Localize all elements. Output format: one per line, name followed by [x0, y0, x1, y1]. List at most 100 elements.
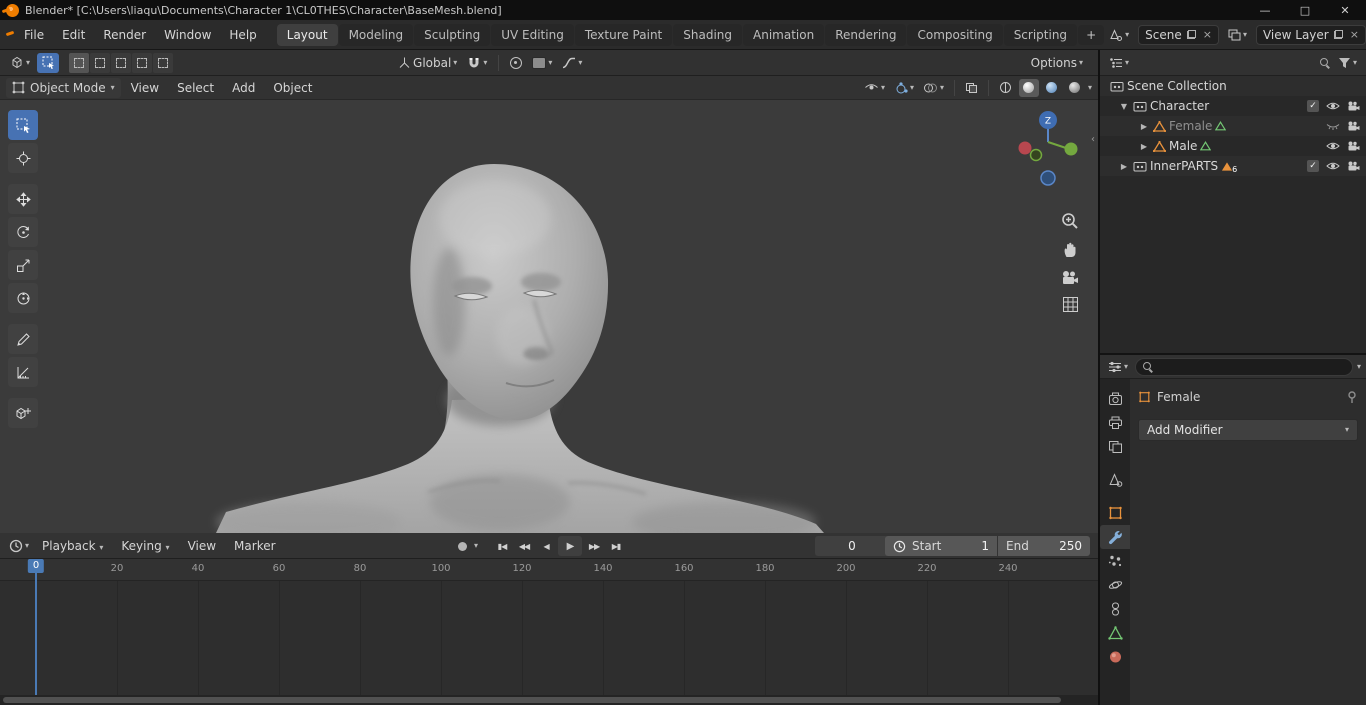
disclosure-closed-icon[interactable]: ▶	[1118, 162, 1130, 171]
menu-render[interactable]: Render	[95, 25, 154, 45]
tab-output[interactable]	[1100, 411, 1130, 435]
viewport-canvas[interactable]: Z ‹	[0, 100, 1097, 533]
navigation-gizmo[interactable]: Z	[1013, 108, 1083, 193]
disable-render-camera-icon[interactable]	[1347, 101, 1360, 111]
mode-selector[interactable]: Object Mode ▾	[6, 77, 121, 98]
workspace-tab-sculpting[interactable]: Sculpting	[414, 23, 491, 46]
shading-solid-button[interactable]	[1018, 78, 1039, 97]
tool-annotate[interactable]	[8, 324, 38, 354]
view-layer-selector[interactable]: View Layer ×	[1255, 24, 1366, 45]
workspace-tab-animation[interactable]: Animation	[743, 23, 825, 46]
select-mode-subtract[interactable]	[111, 52, 132, 73]
timeline-editor-button[interactable]: ▾	[6, 537, 32, 555]
gizmos-dropdown[interactable]: ▾	[891, 80, 917, 96]
workspace-tab-uv-editing[interactable]: UV Editing	[491, 23, 574, 46]
tool-cursor[interactable]	[8, 143, 38, 173]
tab-material[interactable]	[1100, 645, 1130, 669]
menu-window[interactable]: Window	[156, 25, 219, 45]
workspace-tab-rendering[interactable]: Rendering	[825, 23, 907, 46]
prev-keyframe-button[interactable]: ◀◀	[514, 536, 534, 556]
options-dropdown[interactable]: Options ▾	[1028, 54, 1086, 72]
editor-type-button[interactable]: ▾	[6, 54, 33, 71]
workspace-tab-compositing[interactable]: Compositing	[907, 23, 1003, 46]
proportional-editing-button[interactable]	[507, 55, 525, 71]
viewport-menu-view[interactable]: View	[123, 78, 167, 98]
disable-render-camera-icon[interactable]	[1347, 141, 1360, 151]
collection-checkbox[interactable]: ✓	[1307, 100, 1319, 112]
jump-to-end-button[interactable]: ▶▮	[606, 536, 626, 556]
add-modifier-dropdown[interactable]: Add Modifier ▾	[1138, 419, 1358, 441]
outliner-editor-button[interactable]: ▾	[1106, 55, 1132, 71]
tool-transform[interactable]	[8, 283, 38, 313]
tool-add-cube[interactable]	[8, 398, 38, 428]
outliner-row-female[interactable]: ▶ Female	[1100, 116, 1366, 136]
maximize-button[interactable]: □	[1298, 4, 1312, 17]
unlink-scene-icon[interactable]: ×	[1203, 28, 1212, 41]
pin-icon[interactable]	[1346, 390, 1358, 404]
disclosure-closed-icon[interactable]: ▶	[1138, 122, 1150, 131]
snap-toggle-button[interactable]: ▾	[464, 54, 490, 71]
outliner-row-innerparts[interactable]: ▶ InnerPARTS 6 ✓	[1100, 156, 1366, 176]
gizmo-neg-y-axis[interactable]	[1029, 148, 1043, 162]
add-workspace-button[interactable]: +	[1078, 24, 1105, 45]
minimize-button[interactable]: —	[1258, 4, 1272, 17]
workspace-tab-layout[interactable]: Layout	[276, 23, 338, 46]
remove-view-layer-icon[interactable]: ×	[1350, 28, 1359, 41]
menu-help[interactable]: Help	[221, 25, 264, 45]
tab-object[interactable]	[1100, 501, 1130, 525]
tab-object-data[interactable]	[1100, 621, 1130, 645]
timeline-menu-playback[interactable]: Playback ▾	[34, 536, 111, 556]
workspace-tab-texture-paint[interactable]: Texture Paint	[574, 23, 673, 46]
outliner-row-character[interactable]: ▼ Character ✓	[1100, 96, 1366, 116]
tool-scale[interactable]	[8, 250, 38, 280]
tab-scene[interactable]	[1100, 468, 1130, 492]
tab-constraints[interactable]	[1100, 597, 1130, 621]
properties-search-input[interactable]	[1135, 357, 1353, 376]
viewport-menu-object[interactable]: Object	[265, 78, 320, 98]
tab-particles[interactable]	[1100, 549, 1130, 573]
toggle-ortho-button[interactable]	[1062, 296, 1079, 313]
playhead[interactable]	[35, 573, 37, 695]
end-frame-field[interactable]: End 250	[998, 536, 1090, 556]
gizmo-x-axis[interactable]	[1018, 141, 1032, 155]
menu-file[interactable]: File	[16, 25, 52, 45]
transform-orientation-dropdown[interactable]: Global ▾	[395, 54, 460, 72]
hide-eye-icon[interactable]	[1326, 161, 1340, 171]
select-mode-new[interactable]	[69, 52, 90, 73]
current-frame-field[interactable]: 0	[815, 536, 889, 556]
camera-view-button[interactable]	[1061, 270, 1079, 285]
timeline-scrollbar[interactable]	[0, 695, 1098, 705]
shading-rendered-button[interactable]	[1065, 79, 1085, 97]
xray-toggle[interactable]	[962, 80, 981, 96]
workspace-tab-scripting[interactable]: Scripting	[1003, 23, 1078, 46]
tab-render[interactable]	[1100, 387, 1130, 411]
tool-box-select[interactable]	[8, 110, 38, 140]
tab-physics[interactable]	[1100, 573, 1130, 597]
tab-view-layer[interactable]	[1100, 435, 1130, 459]
scrollbar-thumb[interactable]	[3, 697, 1061, 703]
shading-wireframe-button[interactable]	[996, 79, 1016, 97]
viewlayer-browse-button[interactable]: ▾	[1225, 27, 1250, 43]
viewport-menu-add[interactable]: Add	[224, 78, 263, 98]
collection-checkbox[interactable]: ✓	[1307, 160, 1319, 172]
scene-selector[interactable]: Scene ×	[1138, 24, 1219, 45]
object-visibility-dropdown[interactable]: ▾	[861, 80, 888, 95]
playhead-frame-label[interactable]: 0	[27, 559, 45, 573]
viewport-menu-select[interactable]: Select	[169, 78, 222, 98]
timeline-ruler[interactable]: 20 40 60 80 100 120 140 160 180 200 220 …	[0, 559, 1098, 581]
start-frame-field[interactable]: Start 1	[885, 536, 997, 556]
menu-edit[interactable]: Edit	[54, 25, 93, 45]
disclosure-open-icon[interactable]: ▼	[1118, 102, 1130, 111]
workspace-tab-shading[interactable]: Shading	[673, 23, 742, 46]
new-view-layer-icon[interactable]	[1333, 30, 1343, 39]
eye-closed-icon[interactable]	[1326, 121, 1340, 131]
falloff-curve-dropdown[interactable]: ▾	[559, 55, 585, 71]
outliner-row-scene-collection[interactable]: Scene Collection	[1100, 76, 1366, 96]
outliner-row-male[interactable]: ▶ Male	[1100, 136, 1366, 156]
timeline-menu-keying[interactable]: Keying ▾	[113, 536, 177, 556]
next-keyframe-button[interactable]: ▶▶	[584, 536, 604, 556]
outliner-search-icon[interactable]	[1319, 57, 1331, 69]
shading-material-button[interactable]	[1042, 79, 1062, 97]
auto-keying-toggle[interactable]	[452, 536, 472, 556]
zoom-button[interactable]	[1061, 212, 1079, 230]
